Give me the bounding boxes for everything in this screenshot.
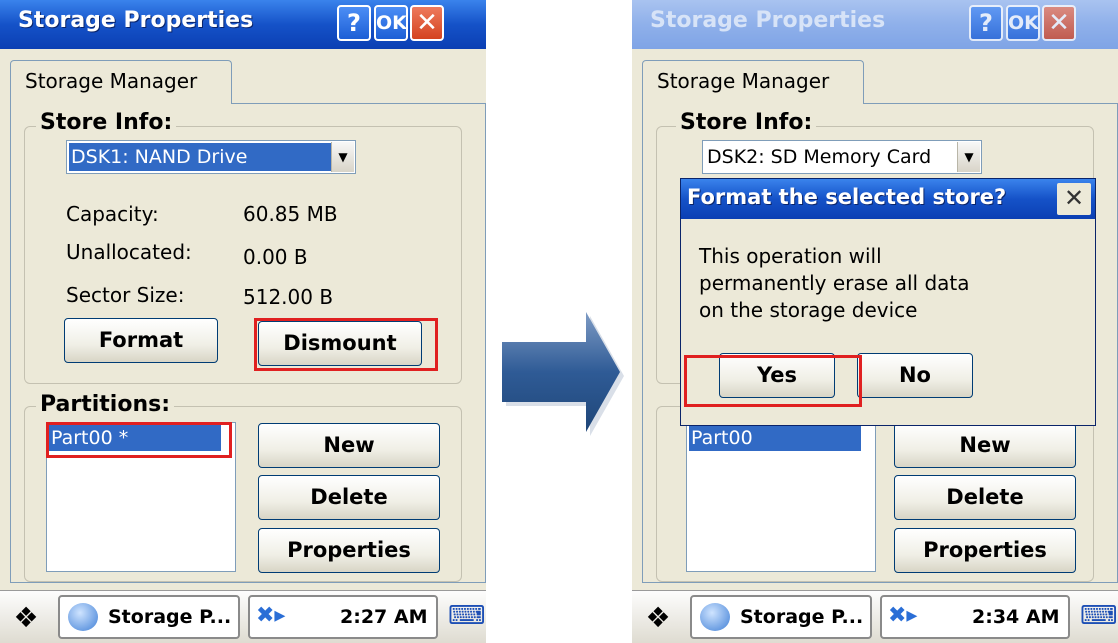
taskbar-item-storage[interactable]: Storage P...: [58, 595, 240, 639]
system-tray[interactable]: ✖▸ 2:27 AM: [248, 595, 438, 639]
globe-icon: [700, 603, 730, 631]
partition-item[interactable]: Part00 *: [49, 425, 221, 451]
taskbar-item-label: Storage P...: [108, 606, 232, 628]
delete-button[interactable]: Delete: [258, 475, 440, 520]
left-screen: Storage Properties ? OK ✕ Storage Manage…: [0, 0, 486, 643]
dialog-close-icon[interactable]: ✕: [1057, 183, 1091, 215]
properties-button[interactable]: Properties: [258, 528, 440, 573]
help-button[interactable]: ?: [969, 5, 1003, 41]
no-button[interactable]: No: [857, 353, 973, 398]
partition-item[interactable]: Part00: [689, 425, 861, 451]
store-select-value: DSK1: NAND Drive: [69, 143, 331, 171]
partition-list[interactable]: Part00 *: [46, 422, 236, 572]
windows-flag-icon[interactable]: ❖: [636, 597, 680, 639]
keyboard-icon[interactable]: ⌨: [1080, 599, 1118, 633]
taskbar: ❖ Storage P... ✖▸ 2:27 AM ⌨: [0, 590, 486, 643]
keyboard-icon[interactable]: ⌨: [448, 599, 486, 633]
sector-size-label: Sector Size:: [66, 283, 185, 307]
window-title: Storage Properties: [18, 8, 254, 33]
title-bar: Storage Properties ? OK ✕: [0, 0, 486, 49]
ok-button[interactable]: OK: [374, 5, 408, 41]
capacity-label: Capacity:: [66, 202, 159, 226]
close-button[interactable]: ✕: [410, 5, 444, 41]
windows-flag-icon[interactable]: ❖: [4, 597, 48, 639]
format-confirm-dialog: Format the selected store? ✕ This operat…: [680, 178, 1096, 426]
tab-storage-manager[interactable]: Storage Manager: [10, 60, 232, 104]
new-button[interactable]: New: [894, 423, 1076, 468]
taskbar-item-storage[interactable]: Storage P...: [690, 595, 872, 639]
sector-size-value: 512.00 B: [243, 285, 334, 309]
unallocated-label: Unallocated:: [66, 240, 192, 264]
store-select-value: DSK2: SD Memory Card: [707, 146, 932, 168]
store-info-label: Store Info:: [676, 110, 817, 135]
right-arrow-icon: [502, 312, 624, 436]
delete-button[interactable]: Delete: [894, 475, 1076, 520]
clock: 2:27 AM: [340, 606, 428, 628]
clock: 2:34 AM: [972, 606, 1060, 628]
unallocated-value: 0.00 B: [243, 245, 308, 269]
taskbar: ❖ Storage P... ✖▸ 2:34 AM ⌨: [632, 590, 1118, 643]
format-button[interactable]: Format: [64, 318, 218, 363]
store-select[interactable]: DSK2: SD Memory Card ▼: [702, 140, 982, 174]
chevron-down-icon[interactable]: ▼: [957, 142, 980, 172]
title-bar: Storage Properties ? OK ✕: [632, 0, 1118, 49]
dialog-title: Format the selected store?: [687, 185, 1007, 209]
partition-list[interactable]: Part00: [686, 422, 876, 572]
store-info-label: Store Info:: [36, 110, 177, 135]
dialog-message: This operation will permanently erase al…: [699, 244, 970, 322]
window-title: Storage Properties: [650, 8, 886, 33]
properties-button[interactable]: Properties: [894, 528, 1076, 573]
capacity-value: 60.85 MB: [243, 202, 338, 226]
tab-storage-manager[interactable]: Storage Manager: [642, 60, 864, 104]
ok-button[interactable]: OK: [1006, 5, 1040, 41]
new-button[interactable]: New: [258, 423, 440, 468]
taskbar-item-label: Storage P...: [740, 606, 864, 628]
chevron-down-icon[interactable]: ▼: [331, 142, 354, 172]
yes-button[interactable]: Yes: [719, 353, 835, 398]
store-select[interactable]: DSK1: NAND Drive ▼: [66, 140, 356, 174]
help-button[interactable]: ?: [337, 5, 371, 41]
dismount-button[interactable]: Dismount: [258, 321, 422, 366]
dialog-title-bar: Format the selected store? ✕: [681, 179, 1095, 219]
globe-icon: [68, 603, 98, 631]
partitions-label: Partitions:: [36, 392, 175, 417]
close-button[interactable]: ✕: [1042, 5, 1076, 41]
system-tray[interactable]: ✖▸ 2:34 AM: [880, 595, 1070, 639]
network-icon[interactable]: ✖▸: [888, 603, 917, 628]
right-screen: Storage Properties ? OK ✕ Storage Manage…: [632, 0, 1118, 643]
network-icon[interactable]: ✖▸: [256, 603, 285, 628]
